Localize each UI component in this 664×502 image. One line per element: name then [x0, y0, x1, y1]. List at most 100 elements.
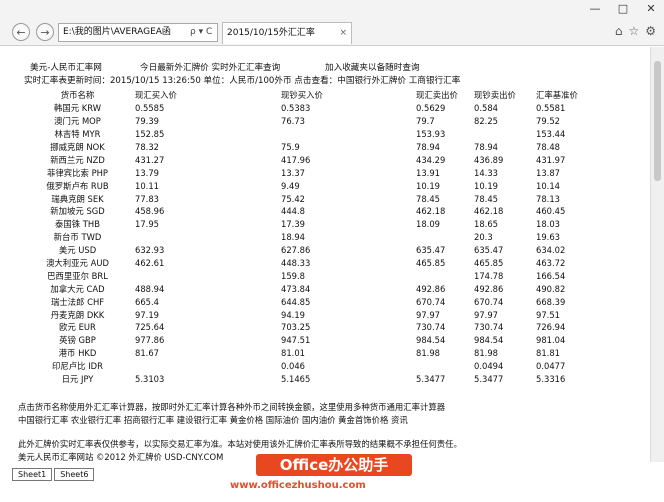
currency-name-cell[interactable]: 港币 HKD: [20, 347, 135, 360]
calculator-note[interactable]: 点击货币名称使用外汇汇率计算器，按即时外汇汇率计算各种外币之间转换金额，这里使用…: [18, 401, 445, 413]
currency-name-cell[interactable]: 俄罗斯卢布 RUB: [20, 179, 135, 192]
sheet-tabs: Sheet1 Sheet6: [12, 468, 96, 481]
spot-sell-cell: 18.09: [416, 219, 440, 230]
cash-sell-cell: 174.78: [474, 270, 504, 281]
exchange-rate-table: 货币名称 现汇买入价 现钞买入价 现汇卖出价 现钞卖出价 汇率基准价 韩国元 K…: [20, 89, 586, 385]
currency-name-cell[interactable]: 泰国铢 THB: [20, 218, 135, 231]
site-title-link[interactable]: 美元-人民币汇率网: [30, 61, 102, 73]
favorites-icon[interactable]: ☆: [628, 24, 639, 38]
vertical-scrollbar[interactable]: [650, 47, 664, 462]
back-button[interactable]: ←: [12, 23, 30, 41]
cash-buy-cell: 473.84: [281, 283, 311, 294]
spot-sell-cell: 81.98: [416, 348, 440, 359]
currency-name-cell[interactable]: 韩国元 KRW: [20, 102, 135, 115]
currency-name-cell[interactable]: 澳大利亚元 AUD: [20, 257, 135, 270]
currency-name-cell[interactable]: 加拿大元 CAD: [20, 282, 135, 295]
col-cash-sell: 现钞卖出价: [474, 90, 516, 101]
spot-buy-cell: [135, 269, 281, 282]
table-row: 泰国铢 THB 17.95 17.39 18.09 18.65 18.03: [20, 218, 586, 231]
sheet-tab-6[interactable]: Sheet6: [54, 468, 95, 481]
table-row: 新加坡元 SGD 458.96 444.8 462.18 462.18 460.45: [20, 205, 586, 218]
address-search-refresh-icons[interactable]: ρ ▾ C: [190, 23, 212, 42]
cash-buy-cell: 76.73: [281, 116, 305, 127]
spot-buy-cell: [135, 360, 281, 373]
spot-buy-cell: 665.4: [135, 296, 159, 307]
maximize-button[interactable]: □: [616, 2, 630, 15]
table-row: 韩国元 KRW 0.5585 0.5383 0.5629 0.584 0.5581: [20, 102, 586, 115]
cash-sell-cell: 81.98: [474, 348, 498, 359]
minimize-button[interactable]: —: [588, 2, 602, 15]
sheet-tab-1[interactable]: Sheet1: [12, 468, 53, 481]
spot-sell-cell: 0.5629: [416, 103, 446, 114]
close-window-button[interactable]: ✕: [644, 2, 658, 15]
cash-buy-cell: [281, 128, 416, 141]
base-rate-cell: 726.94: [536, 322, 566, 333]
scrollbar-thumb[interactable]: [654, 61, 661, 181]
currency-name-cell[interactable]: 丹麦克朗 DKK: [20, 308, 135, 321]
base-rate-cell: 81.81: [536, 348, 560, 359]
cash-sell-cell: 18.65: [474, 219, 498, 230]
spot-buy-cell: 462.61: [135, 258, 165, 269]
cash-sell-cell: 78.45: [474, 193, 498, 204]
forward-button[interactable]: →: [36, 23, 54, 41]
spot-buy-cell: 77.83: [135, 193, 159, 204]
currency-name-cell[interactable]: 印尼卢比 IDR: [20, 360, 135, 373]
spot-sell-cell: 635.47: [416, 245, 446, 256]
spot-buy-cell: [135, 231, 281, 244]
currency-name-cell[interactable]: 巴西里亚尔 BRL: [20, 269, 135, 282]
currency-name-cell[interactable]: 林吉特 MYR: [20, 128, 135, 141]
spot-sell-cell: 78.45: [416, 193, 440, 204]
cash-buy-cell: 5.1465: [281, 374, 311, 385]
cash-sell-cell: 10.19: [474, 180, 498, 191]
tab-exchange-rate[interactable]: 2015/10/15外汇汇率 ×: [222, 22, 352, 44]
home-icon[interactable]: ⌂: [615, 24, 623, 38]
tab-label: 2015/10/15外汇汇率: [227, 28, 315, 38]
spot-sell-cell: 492.86: [416, 283, 446, 294]
currency-name-cell[interactable]: 瑞士法郎 CHF: [20, 295, 135, 308]
cash-sell-cell: 20.3: [474, 232, 493, 243]
cash-buy-cell: 17.39: [281, 219, 305, 230]
currency-name-cell[interactable]: 日元 JPY: [20, 373, 135, 386]
update-info: 实时汇率表更新时间：2015/10/15 13:26:50 单位：人民币/100…: [24, 76, 461, 86]
spot-sell-cell: 13.91: [416, 167, 440, 178]
tab-close-icon[interactable]: ×: [339, 23, 347, 44]
gear-icon[interactable]: ⚙: [645, 24, 656, 38]
bookmark-link[interactable]: 加入收藏夹以备随时查询: [325, 61, 420, 73]
spot-sell-cell: 79.7: [416, 116, 435, 127]
col-base-rate: 汇率基准价: [536, 90, 578, 101]
base-rate-cell: 79.52: [536, 116, 560, 127]
watermark-badge: Office办公助手: [256, 454, 412, 476]
currency-name-cell[interactable]: 新台币 TWD: [20, 231, 135, 244]
cash-buy-cell: 81.01: [281, 348, 305, 359]
currency-name-cell[interactable]: 新西兰元 NZD: [20, 153, 135, 166]
currency-name-cell[interactable]: 新加坡元 SGD: [20, 205, 135, 218]
currency-name-cell[interactable]: 菲律宾比索 PHP: [20, 166, 135, 179]
currency-name-cell[interactable]: 澳门元 MOP: [20, 115, 135, 128]
table-row: 俄罗斯卢布 RUB 10.11 9.49 10.19 10.19 10.14: [20, 179, 586, 192]
base-rate-cell: 19.63: [536, 232, 560, 243]
base-rate-cell: 431.97: [536, 154, 566, 165]
table-row: 新台币 TWD 18.94 20.3 19.63: [20, 231, 586, 244]
spot-sell-cell: 434.29: [416, 154, 446, 165]
currency-name-cell[interactable]: 英镑 GBP: [20, 334, 135, 347]
spot-sell-cell: 462.18: [416, 206, 446, 217]
realtime-rate-link[interactable]: 今日最新外汇牌价 实时外汇汇率查询: [140, 61, 280, 73]
currency-name-cell[interactable]: 挪威克朗 NOK: [20, 141, 135, 154]
base-rate-cell: 0.5581: [536, 103, 566, 114]
base-rate-cell: 166.54: [536, 270, 566, 281]
cash-sell-cell: 5.3477: [474, 374, 504, 385]
bank-links[interactable]: 中国银行汇率 农业银行汇率 招商银行汇率 建设银行汇率 黄金价格 国际油价 国内…: [18, 414, 408, 426]
cash-sell-cell: [474, 128, 536, 141]
spot-buy-cell: 458.96: [135, 206, 165, 217]
spot-buy-cell: 632.93: [135, 245, 165, 256]
currency-name-cell[interactable]: 美元 USD: [20, 244, 135, 257]
cash-buy-cell: 947.51: [281, 335, 311, 346]
cash-buy-cell: 444.8: [281, 206, 305, 217]
cash-buy-cell: 75.9: [281, 142, 300, 152]
base-rate-cell: 13.87: [536, 167, 560, 178]
currency-name-cell[interactable]: 瑞典克朗 SEK: [20, 192, 135, 205]
spot-sell-cell: 465.85: [416, 258, 446, 269]
cash-buy-cell: 0.5383: [281, 103, 311, 114]
base-rate-cell: 5.3316: [536, 374, 566, 385]
currency-name-cell[interactable]: 欧元 EUR: [20, 321, 135, 334]
